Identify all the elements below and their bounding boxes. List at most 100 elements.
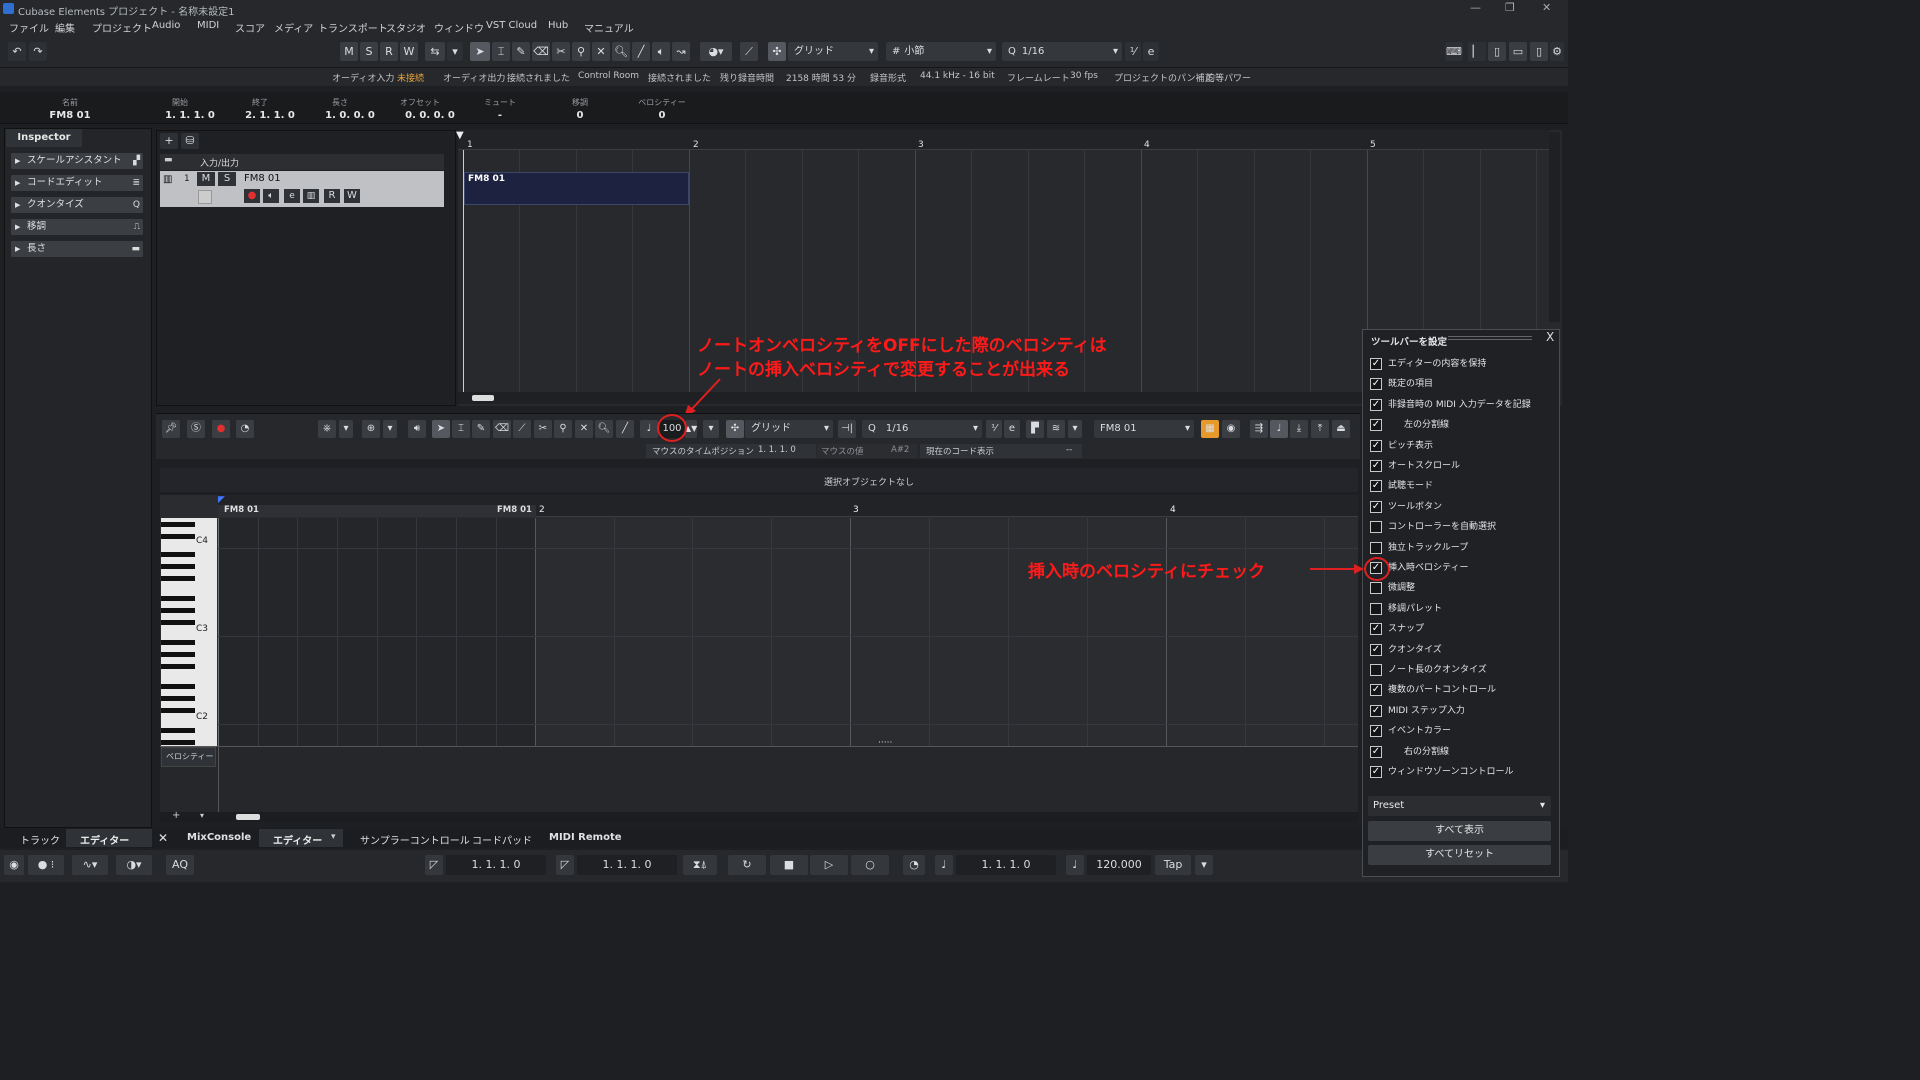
menu-media[interactable]: メディア xyxy=(274,20,313,35)
inspector-zone-icon[interactable]: ▯ xyxy=(1488,42,1506,61)
info-velocity-value[interactable]: 0 xyxy=(632,110,692,121)
right-locator-field[interactable]: 1. 1. 1. 0 xyxy=(577,855,677,875)
tab-editor[interactable]: エディター ▾ xyxy=(259,829,343,847)
info-mute-value[interactable]: - xyxy=(478,110,522,121)
config-item[interactable]: コントローラーを自動選択 xyxy=(1370,519,1496,535)
mute-tool-icon[interactable]: ✕ xyxy=(592,42,610,61)
config-item[interactable]: ✓ 右の分割線 xyxy=(1370,744,1449,760)
tab-editor-left[interactable]: エディター xyxy=(66,829,152,847)
tab-chord-pads[interactable]: コードパッド xyxy=(472,832,532,847)
editor-glue-tool-icon[interactable]: ⚲ xyxy=(554,420,572,438)
add-lane-icon[interactable]: + xyxy=(172,810,180,821)
chevron-down-icon[interactable]: ▾ xyxy=(1195,855,1213,875)
add-track-icon[interactable]: + xyxy=(160,133,178,149)
multi-part-icon[interactable]: ≋ xyxy=(1047,420,1065,438)
editor-snap-type-select[interactable]: グリッド ▾ xyxy=(745,420,833,438)
chevron-down-icon[interactable]: ▾ xyxy=(703,420,719,438)
editor-playhead-icon[interactable]: ◤ xyxy=(218,495,225,505)
step-input-icon[interactable]: ⇶ xyxy=(1250,420,1268,438)
midi-part[interactable]: FM8 01 xyxy=(464,172,689,205)
keyboard-icon[interactable]: ⌨ xyxy=(1445,42,1463,61)
edit-instrument-icon[interactable]: e xyxy=(284,189,300,203)
inspector-section-transpose[interactable]: ▶ 移調 ⎍ xyxy=(11,219,143,235)
glue-tool-icon[interactable]: ⚲ xyxy=(572,42,590,61)
config-checkbox[interactable]: ✓ xyxy=(1370,766,1382,778)
move-insert-icon[interactable]: ⤓ xyxy=(1290,420,1308,438)
midi-track[interactable]: ▥ 1 M S FM8 01 ● 🔈︎ e ▥ R W xyxy=(160,171,444,207)
tab-track[interactable]: トラック xyxy=(20,832,60,847)
config-item[interactable]: ✓ 既定の項目 xyxy=(1370,376,1433,392)
event-colors-icon[interactable]: ▦ xyxy=(1201,420,1219,438)
config-close-button[interactable]: X xyxy=(1546,330,1554,344)
editor-autoscroll-icon[interactable]: ⎈ xyxy=(318,420,336,438)
editor-split-tool-icon[interactable]: ✂ xyxy=(534,420,552,438)
config-checkbox[interactable]: ✓ xyxy=(1370,358,1382,370)
monitor-icon[interactable]: 🔈︎ xyxy=(263,189,279,203)
quantize-percent-icon[interactable]: ⅟ xyxy=(986,420,1002,438)
reset-all-button[interactable]: すべてリセット xyxy=(1368,845,1551,865)
left-locator-icon[interactable]: ◸ xyxy=(425,855,443,875)
editor-line-tool-icon[interactable]: ╱ xyxy=(616,420,634,438)
instrument-panel-icon[interactable]: ▥ xyxy=(303,189,319,203)
config-checkbox[interactable] xyxy=(1370,521,1382,534)
track-name[interactable]: FM8 01 xyxy=(244,173,281,184)
split-tool-icon[interactable]: ✂ xyxy=(552,42,570,61)
range-tool-icon[interactable]: ⌶ xyxy=(492,42,510,61)
menu-midi[interactable]: MIDI xyxy=(197,20,219,31)
pin-icon[interactable]: 📌︎ xyxy=(162,420,180,438)
chevron-down-icon[interactable]: ▾ xyxy=(383,420,397,438)
config-icon[interactable]: ⚙ xyxy=(1550,42,1564,61)
editor-track-select[interactable]: FM8 01 ▾ xyxy=(1094,420,1194,438)
record-transport-icon[interactable]: ○ xyxy=(851,855,889,875)
stop-icon[interactable]: ■ xyxy=(770,855,808,875)
chord-mode-icon[interactable]: ⏏ xyxy=(1332,420,1350,438)
preset-select[interactable]: Preset ▾ xyxy=(1368,796,1551,816)
menu-manual[interactable]: マニュアル xyxy=(584,20,634,35)
config-item[interactable]: ✓ 複数のパートコントロール xyxy=(1370,682,1496,698)
editor-mute-tool-icon[interactable]: ✕ xyxy=(575,420,593,438)
playhead-marker-icon[interactable]: ▼ xyxy=(456,130,464,141)
config-checkbox[interactable] xyxy=(1370,602,1382,615)
autoscroll-icon[interactable]: ⇆ xyxy=(425,42,445,61)
length-quantize-icon[interactable]: ▛ xyxy=(1026,420,1044,438)
config-item[interactable]: ✓ スナップ xyxy=(1370,621,1424,637)
editor-eraser-tool-icon[interactable]: ⌫ xyxy=(493,420,511,438)
config-checkbox[interactable]: ✓ xyxy=(1370,460,1382,472)
info-length-value[interactable]: 1. 0. 0. 0 xyxy=(315,110,385,121)
config-checkbox[interactable] xyxy=(1370,541,1382,554)
menu-window[interactable]: ウィンドウ xyxy=(434,20,484,35)
write-automation-button[interactable]: W xyxy=(344,189,360,203)
timewarp-tool-icon[interactable]: ↝ xyxy=(672,42,690,61)
track-solo-button[interactable]: S xyxy=(218,172,236,186)
record-enable-icon[interactable]: ● xyxy=(244,189,260,203)
editor-zoom-tool-icon[interactable]: 🔍︎ xyxy=(595,420,613,438)
arrange-ruler[interactable] xyxy=(458,130,1550,150)
quantize-percent-icon[interactable]: ⅟ xyxy=(1125,42,1141,61)
info-start-value[interactable]: 1. 1. 1. 0 xyxy=(155,110,225,121)
config-item[interactable]: ✓ 左の分割線 xyxy=(1370,417,1449,433)
editor-h-scrollbar[interactable]: + ▾ xyxy=(160,810,1358,822)
show-all-button[interactable]: すべて表示 xyxy=(1368,821,1551,841)
config-item[interactable]: ノート長のクオンタイズ xyxy=(1370,662,1487,678)
arrange-v-scrollbar[interactable] xyxy=(1549,132,1560,322)
config-item[interactable]: ✓ エディターの内容を保持 xyxy=(1370,356,1486,372)
config-item[interactable]: ✓ クオンタイズ xyxy=(1370,642,1442,658)
editor-quantize-select[interactable]: Q 1/16 ▾ xyxy=(862,420,982,438)
midi-input-icon[interactable]: ♩ xyxy=(1270,420,1288,438)
editor-trim-tool-icon[interactable]: ⟋ xyxy=(513,420,531,438)
position-field[interactable]: 1. 1. 1. 0 xyxy=(956,855,1056,875)
editor-snap-icon[interactable]: ✣ xyxy=(726,420,744,438)
read-automation-button[interactable]: R xyxy=(324,189,340,203)
config-checkbox[interactable] xyxy=(1370,582,1382,595)
snap-icon[interactable]: ✣ xyxy=(768,42,786,61)
config-checkbox[interactable]: ✓ xyxy=(1370,745,1382,758)
iterative-quantize-icon[interactable]: e xyxy=(1004,420,1020,438)
write-all-button[interactable]: W xyxy=(400,42,418,61)
lower-zone-icon[interactable]: ▭ xyxy=(1509,42,1527,61)
inspector-section-scale-assistant[interactable]: ▶ スケールアシスタント ▞ xyxy=(11,153,143,169)
punch-icon[interactable]: ⧗⍋ xyxy=(683,855,717,875)
solo-all-button[interactable]: S xyxy=(360,42,378,61)
eraser-tool-icon[interactable]: ⌫ xyxy=(532,42,550,61)
menu-studio[interactable]: スタジオ xyxy=(386,20,426,35)
config-checkbox[interactable]: ✓ xyxy=(1370,378,1382,391)
